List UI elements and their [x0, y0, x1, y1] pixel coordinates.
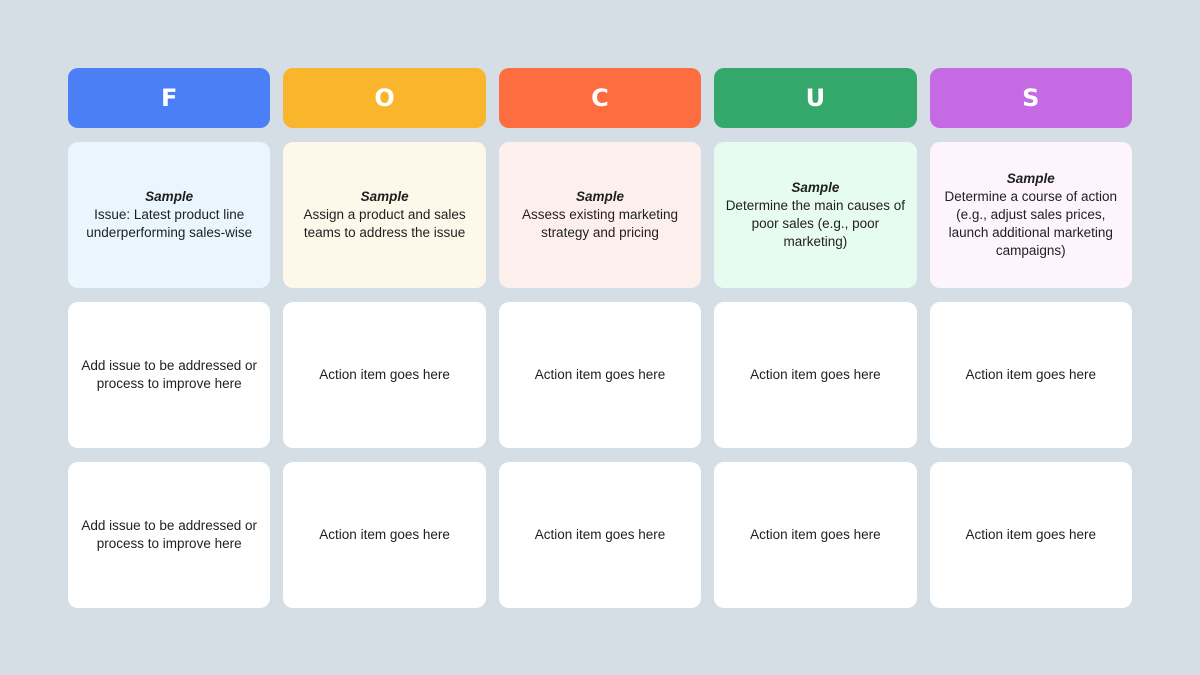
action-card[interactable]: Action item goes here [283, 302, 486, 448]
action-card[interactable]: Action item goes here [714, 462, 917, 608]
action-card[interactable]: Add issue to be addressed or process to … [68, 302, 271, 448]
header-letter: F [160, 84, 178, 112]
action-text: Action item goes here [750, 527, 881, 542]
sample-text: Assign a product and sales teams to addr… [303, 207, 466, 240]
sample-title: Sample [145, 189, 194, 204]
action-text: Action item goes here [965, 527, 1097, 542]
sample-card-c[interactable]: Sample Assess existing marketing strateg… [498, 142, 702, 288]
header-letter: U [805, 84, 826, 112]
sample-card-f[interactable]: Sample Issue: Latest product line underp… [68, 142, 271, 288]
sample-title: Sample [575, 189, 624, 204]
focus-grid: F O C U S Sample Issue: Latest product l… [68, 68, 1132, 608]
header-o: O [283, 68, 486, 128]
header-s: S [929, 68, 1132, 128]
action-card[interactable]: Add issue to be addressed or process to … [68, 462, 271, 608]
action-card[interactable]: Action item goes here [929, 302, 1132, 448]
sample-text: Assess existing marketing strategy and p… [521, 207, 678, 240]
action-text: Add issue to be addressed or process to … [81, 358, 257, 391]
sample-text: Issue: Latest product line underperformi… [86, 207, 253, 240]
header-f: F [68, 68, 271, 128]
header-letter: S [1022, 84, 1040, 112]
sample-card-o[interactable]: Sample Assign a product and sales teams … [283, 142, 486, 288]
header-letter: C [591, 84, 609, 112]
header-letter: O [374, 84, 395, 112]
action-card[interactable]: Action item goes here [283, 462, 486, 608]
action-text: Action item goes here [750, 367, 881, 382]
action-text: Action item goes here [534, 367, 666, 382]
action-card[interactable]: Action item goes here [498, 462, 702, 608]
action-text: Action item goes here [319, 527, 450, 542]
action-card[interactable]: Action item goes here [498, 302, 702, 448]
sample-card-u[interactable]: Sample Determine the main causes of poor… [714, 142, 917, 288]
sample-text: Determine a course of action (e.g., adju… [944, 189, 1118, 258]
sample-title: Sample [791, 180, 840, 195]
action-text: Action item goes here [534, 527, 666, 542]
sample-card-s[interactable]: Sample Determine a course of action (e.g… [929, 142, 1132, 288]
sample-title: Sample [1006, 171, 1055, 186]
action-text: Action item goes here [965, 367, 1097, 382]
action-card[interactable]: Action item goes here [714, 302, 917, 448]
sample-text: Determine the main causes of poor sales … [725, 198, 906, 249]
sample-title: Sample [360, 189, 409, 204]
action-card[interactable]: Action item goes here [929, 462, 1132, 608]
action-text: Add issue to be addressed or process to … [81, 518, 257, 551]
action-text: Action item goes here [319, 367, 450, 382]
header-u: U [714, 68, 917, 128]
header-c: C [498, 68, 702, 128]
